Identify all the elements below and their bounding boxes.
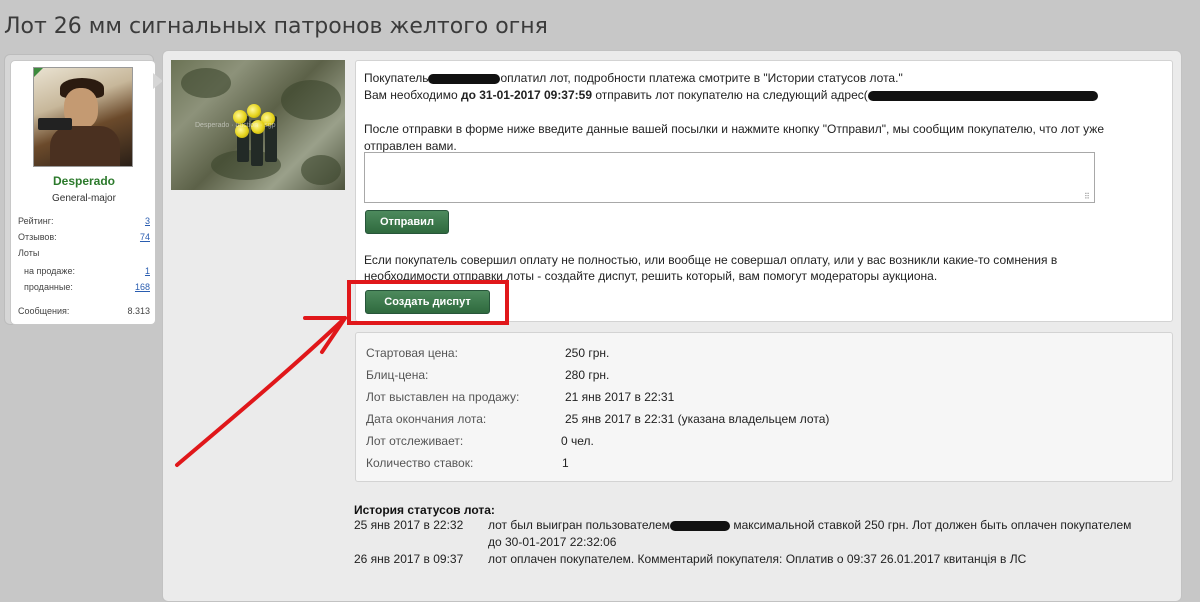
annotation-highlight-box <box>347 280 509 325</box>
end-date-label: Дата окончания лота: <box>366 412 487 426</box>
buyer-paid-suffix: оплатил лот, подробности платежа смотрит… <box>500 71 903 85</box>
redacted-winner-name <box>670 520 731 531</box>
stat-on-sale-value[interactable]: 1 <box>145 266 150 276</box>
blitz-price-label: Блиц-цена: <box>366 368 429 382</box>
avatar-pistol <box>38 118 72 130</box>
deadline-date: до 31-01-2017 09:37:59 <box>460 88 593 102</box>
history-entry-1-line2: до 30-01-2017 22:32:06 <box>488 535 617 549</box>
blitz-price-value: 280 грн. <box>565 368 610 382</box>
textarea-resize-grip-icon[interactable]: ⠿ <box>1084 192 1090 201</box>
user-card: Desperado General-major Рейтинг: 3 Отзыв… <box>4 54 163 325</box>
buyer-paid-prefix: Покупатель <box>364 71 429 85</box>
listed-date-value: 21 янв 2017 в 22:31 <box>565 390 675 404</box>
sent-button[interactable]: Отправил <box>365 210 449 234</box>
history-entry-1-prefix: лот был выигран пользователем <box>488 518 671 532</box>
stat-rating: Рейтинг: 3 <box>18 216 150 226</box>
watching-value: 0 чел. <box>561 434 594 448</box>
instructions-line-1: После отправки в форме ниже введите данн… <box>364 122 1105 136</box>
history-entry-1-text: лот был выигран пользователем максимальн… <box>488 518 1131 532</box>
status-history-title: История статусов лота: <box>354 503 495 517</box>
stat-reviews: Отзывов: 74 <box>18 232 150 242</box>
photo-watermark: Desperado · auction · sgp <box>195 122 276 129</box>
redacted-address <box>867 90 1098 101</box>
redacted-buyer-name <box>428 73 501 84</box>
history-entry-1-suffix: максимальной ставкой 250 грн. Лот должен… <box>733 518 1132 532</box>
send-deadline-line: Вам необходимо до 31-01-2017 09:37:59 от… <box>364 88 1098 102</box>
stat-messages: Сообщения: 8.313 <box>18 306 150 316</box>
history-entry-2-text: лот оплачен покупателем. Комментарий пок… <box>488 552 1027 566</box>
online-indicator-icon <box>34 68 43 77</box>
stat-messages-label: Сообщения: <box>18 306 70 316</box>
avatar-body <box>50 126 120 166</box>
history-entry-2-date: 26 янв 2017 в 09:37 <box>354 552 464 566</box>
stat-lots-label: Лоты <box>18 248 40 258</box>
start-price-label: Стартовая цена: <box>366 346 458 360</box>
stat-sold: проданные: 168 <box>24 282 150 292</box>
end-date-value: 25 янв 2017 в 22:31 (указана владельцем … <box>565 412 830 426</box>
user-rank: General-major <box>52 193 116 204</box>
buyer-paid-line: Покупатель оплатил лот, подробности плате… <box>364 71 903 85</box>
stat-messages-value: 8.313 <box>127 306 150 316</box>
username[interactable]: Desperado <box>11 174 157 188</box>
stat-rating-value[interactable]: 3 <box>145 216 150 226</box>
stat-on-sale: на продаже: 1 <box>24 266 150 276</box>
dispute-text-line-1: Если покупатель совершил оплату не полно… <box>364 253 1058 267</box>
stat-rating-label: Рейтинг: <box>18 216 54 226</box>
bids-count-label: Количество ставок: <box>366 456 474 470</box>
listed-date-label: Лот выставлен на продажу: <box>366 390 520 404</box>
stat-reviews-label: Отзывов: <box>18 232 57 242</box>
avatar[interactable] <box>33 67 133 167</box>
watching-label: Лот отслеживает: <box>366 434 464 448</box>
stat-on-sale-label: на продаже: <box>24 266 75 276</box>
stat-sold-label: проданные: <box>24 282 73 292</box>
shipment-details-textarea[interactable] <box>364 152 1095 203</box>
stat-sold-value[interactable]: 168 <box>135 282 150 292</box>
instructions-line-2: отправлен вами. <box>364 139 457 153</box>
page-title: Лот 26 мм сигнальных патронов желтого ог… <box>4 14 548 39</box>
history-entry-1-date: 25 янв 2017 в 22:32 <box>354 518 464 532</box>
bids-count-value: 1 <box>562 456 569 470</box>
deadline-suffix: отправить лот покупателю на следующий ад… <box>595 88 868 102</box>
start-price-value: 250 грн. <box>565 346 610 360</box>
user-card-inner: Desperado General-major Рейтинг: 3 Отзыв… <box>10 60 156 325</box>
stat-reviews-value[interactable]: 74 <box>140 232 150 242</box>
lot-details-box <box>355 332 1173 482</box>
lot-photo[interactable]: Desperado · auction · sgp <box>171 60 345 190</box>
deadline-prefix: Вам необходимо <box>364 88 458 102</box>
stat-lots: Лоты <box>18 248 150 258</box>
